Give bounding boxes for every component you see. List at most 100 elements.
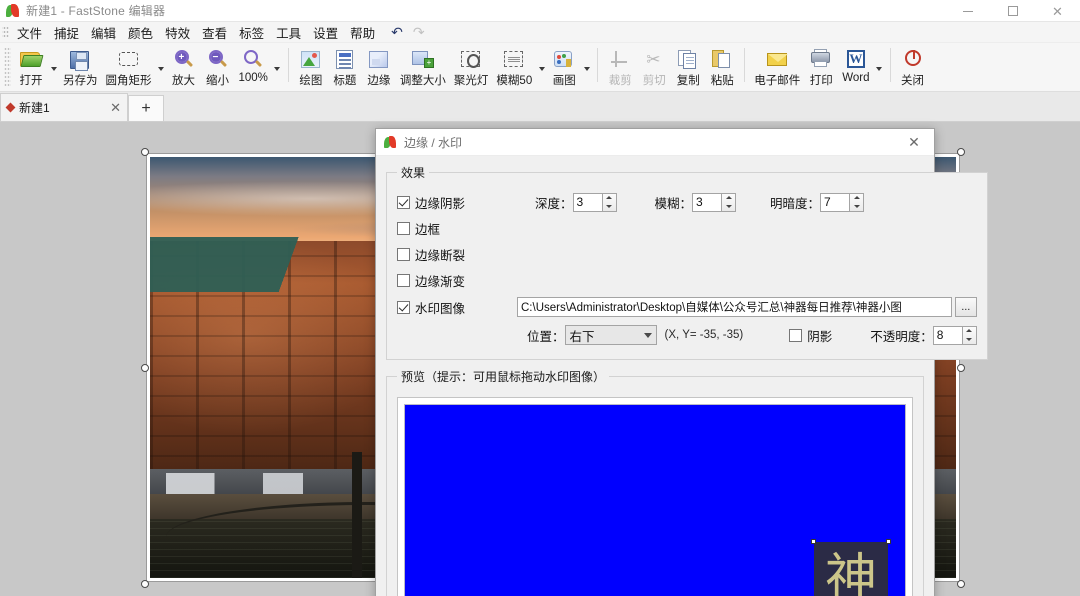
toolbar-button-zoom-out[interactable]: − 缩小 — [201, 43, 235, 90]
resize-icon: + — [411, 46, 435, 71]
fade-edge-checkbox[interactable]: 边缘渐变 — [397, 271, 465, 290]
position-select[interactable]: 右下 — [564, 325, 657, 345]
menu-grip-icon — [2, 25, 9, 39]
undo-arrow-icon[interactable]: ↶ — [391, 25, 403, 39]
toolbar-dropdown-word[interactable] — [874, 47, 885, 91]
toolbar-button-cut[interactable]: ✂ 剪切 — [637, 43, 671, 90]
watermark-handle-nw[interactable] — [811, 539, 816, 544]
toolbar-label-copy: 复制 — [676, 75, 700, 87]
shadow-checkbox[interactable]: 阴影 — [789, 326, 832, 345]
depth-up-button[interactable] — [603, 194, 616, 203]
toolbar-button-edge[interactable]: 边缘 — [362, 43, 396, 90]
opacity-input[interactable] — [932, 325, 963, 345]
tab-close-icon[interactable]: ✕ — [110, 100, 121, 116]
torn-edge-checkbox[interactable]: 边缘断裂 — [397, 245, 465, 264]
blur-stepper[interactable] — [692, 192, 737, 212]
watermark-path-input[interactable]: C:\Users\Administrator\Desktop\自媒体\公众号汇总… — [517, 297, 952, 317]
toolbar-label-spotlight: 聚光灯 — [453, 75, 489, 87]
toolbar-button-email[interactable]: 电子邮件 — [750, 43, 804, 90]
redo-arrow-icon[interactable]: ↷ — [413, 25, 425, 39]
depth-down-button[interactable] — [603, 202, 616, 211]
toolbar-label-zoom-100: 100% — [238, 72, 268, 84]
toolbar-button-word[interactable]: W Word — [838, 43, 873, 90]
menu-item-view[interactable]: 查看 — [196, 21, 233, 44]
preview-canvas[interactable]: 神 — [397, 397, 913, 596]
menu-item-tags[interactable]: 标签 — [233, 21, 270, 44]
watermark-handle-ne[interactable] — [886, 539, 891, 544]
zoom-out-icon: − — [206, 46, 230, 71]
opacity-up-button[interactable] — [963, 327, 976, 336]
toolbar-button-draw[interactable]: 绘图 — [294, 43, 328, 90]
menu-item-tools[interactable]: 工具 — [270, 21, 307, 44]
toolbar-button-close[interactable]: 关闭 — [896, 43, 930, 90]
document-tab[interactable]: 新建1 ✕ — [0, 93, 128, 121]
menu-item-help[interactable]: 帮助 — [344, 21, 381, 44]
new-tab-button[interactable]: + — [128, 95, 164, 121]
close-icon: ✕ — [1052, 3, 1063, 19]
depth-stepper[interactable] — [572, 192, 617, 212]
dialog-body: 效果 边缘阴影 深度： 模糊： 明 — [376, 156, 988, 596]
resize-handle-sw[interactable] — [141, 580, 149, 588]
chevron-up-icon — [853, 196, 860, 200]
brightness-down-button[interactable] — [850, 202, 863, 211]
toolbar-button-paint[interactable]: 画图 — [547, 43, 581, 90]
depth-input[interactable] — [572, 192, 603, 212]
menu-item-edit[interactable]: 编辑 — [85, 21, 122, 44]
depth-label: 深度： — [535, 196, 573, 211]
position-row: 位置： 右下 (X, Y= -35, -35) 阴影 不透明度： — [397, 321, 977, 349]
menu-item-settings[interactable]: 设置 — [307, 21, 344, 44]
brightness-label: 明暗度： — [770, 196, 821, 211]
toolbar-button-zoom-in[interactable]: + 放大 — [167, 43, 201, 90]
toolbar-dropdown-rounded-rect[interactable] — [156, 47, 167, 91]
brightness-input[interactable] — [820, 192, 851, 212]
dialog-close-button[interactable]: ✕ — [898, 130, 930, 154]
border-row: 边框 — [397, 215, 977, 241]
resize-handle-se[interactable] — [957, 580, 965, 588]
toolbar-button-copy[interactable]: 复制 — [671, 43, 705, 90]
minimize-button[interactable] — [945, 0, 990, 22]
blur-up-button[interactable] — [722, 194, 735, 203]
menu-item-file[interactable]: 文件 — [11, 21, 48, 44]
brightness-up-button[interactable] — [850, 194, 863, 203]
dialog-title-bar[interactable]: 边缘 / 水印 ✕ — [376, 129, 934, 156]
opacity-down-button[interactable] — [963, 335, 976, 344]
border-checkbox[interactable]: 边框 — [397, 219, 440, 238]
toolbar-button-blur[interactable]: 模糊50 — [492, 43, 536, 90]
edge-watermark-dialog: 边缘 / 水印 ✕ 效果 边缘阴影 深度： 模糊： — [375, 128, 988, 596]
toolbar-button-print[interactable]: 打印 — [804, 43, 838, 90]
toolbar-dropdown-paint[interactable] — [581, 47, 592, 91]
resize-handle-e[interactable] — [957, 364, 965, 372]
toolbar-button-caption[interactable]: 标题 — [328, 43, 362, 90]
toolbar-dropdown-open[interactable] — [48, 47, 59, 91]
toolbar-dropdown-zoom[interactable] — [272, 47, 283, 91]
edge-shadow-checkbox[interactable]: 边缘阴影 — [397, 193, 517, 212]
watermark-image-checkbox[interactable]: 水印图像 — [397, 298, 517, 317]
toolbar-button-rounded-rect[interactable]: 圆角矩形 — [102, 43, 156, 90]
menu-item-capture[interactable]: 捕捉 — [48, 21, 85, 44]
resize-handle-w[interactable] — [141, 364, 149, 372]
toolbar-dropdown-blur[interactable] — [536, 47, 547, 91]
blur-input[interactable] — [692, 192, 723, 212]
toolbar-button-zoom-100[interactable]: 100% — [235, 43, 272, 90]
toolbar-button-resize[interactable]: + 调整大小 — [396, 43, 450, 90]
resize-handle-ne[interactable] — [957, 148, 965, 156]
watermark-preview[interactable]: 神 — [811, 539, 891, 596]
menu-item-color[interactable]: 颜色 — [122, 21, 159, 44]
toolbar-label-zoom-out: 缩小 — [206, 75, 229, 87]
toolbar-separator — [744, 48, 746, 82]
browse-button[interactable]: ... — [954, 297, 977, 317]
close-button[interactable]: ✕ — [1035, 0, 1080, 22]
toolbar-button-saveas[interactable]: 另存为 — [59, 43, 102, 90]
opacity-stepper[interactable] — [932, 325, 977, 345]
toolbar-label-zoom-in: 放大 — [172, 75, 195, 87]
toolbar-button-crop[interactable]: 裁剪 — [603, 43, 637, 90]
menu-item-effects[interactable]: 特效 — [159, 21, 196, 44]
maximize-button[interactable] — [990, 0, 1035, 22]
blur-down-button[interactable] — [722, 202, 735, 211]
toolbar-button-open[interactable]: 打开 — [14, 43, 48, 90]
paste-icon — [710, 46, 734, 71]
resize-handle-nw[interactable] — [141, 148, 149, 156]
toolbar-button-spotlight[interactable]: 聚光灯 — [450, 43, 493, 90]
toolbar-button-paste[interactable]: 粘贴 — [705, 43, 739, 90]
brightness-stepper[interactable] — [820, 192, 865, 212]
